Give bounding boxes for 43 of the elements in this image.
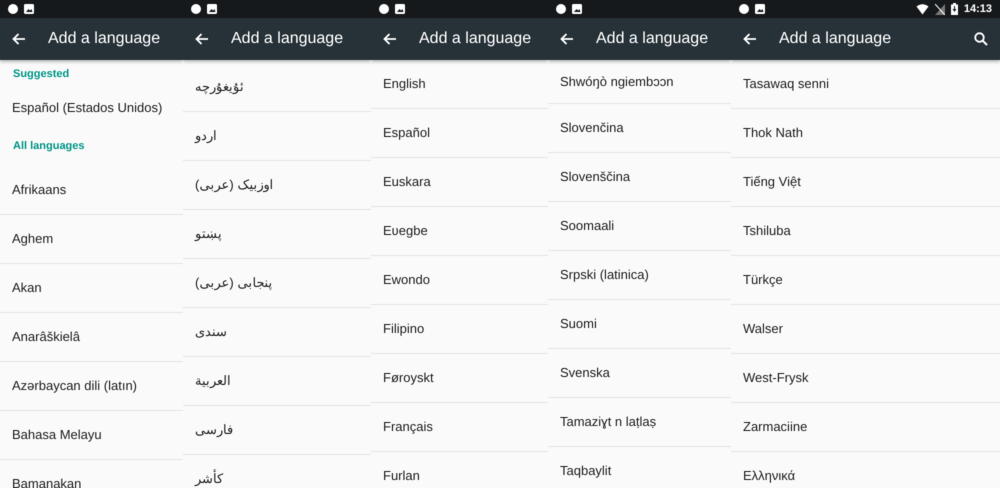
section-header: Suggested [12,66,70,82]
back-arrow-icon [195,33,209,45]
image-icon [207,4,217,14]
notification-dot-icon [556,4,566,14]
screen-title: Add a language [231,29,344,49]
language-item[interactable]: Tiếng Việt [731,158,1000,207]
notification-dot-icon [8,4,18,14]
language-item[interactable]: Walser [731,305,1000,354]
back-button[interactable] [383,33,397,45]
battery-icon [950,3,958,15]
language-item[interactable]: Thok Nath [731,109,1000,158]
clock-time: 14:13 [964,4,992,14]
screen-title: Add a language [48,29,160,49]
image-icon [572,4,582,14]
wifi-icon [916,4,929,14]
back-arrow-icon [12,33,26,45]
notification-dot-icon [191,4,201,14]
language-item[interactable]: Tasawaq senni [731,60,1000,109]
screen-title: Add a language [419,29,532,49]
language-item[interactable]: Zarmaciine [731,403,1000,452]
screen-title: Add a language [596,29,708,49]
search-icon [974,32,988,46]
back-arrow-icon [743,33,757,45]
image-icon [24,4,34,14]
screen-title: Add a language [779,29,892,49]
image-icon [755,4,765,14]
back-arrow-icon [383,33,397,45]
back-button[interactable] [560,33,574,45]
back-button[interactable] [743,33,757,45]
back-arrow-icon [560,33,574,45]
section-header: All languages [12,139,86,154]
search-button[interactable] [974,32,988,46]
language-item[interactable]: Tshiluba [731,207,1000,256]
language-item[interactable]: Español (Estados Unidos) [0,88,183,127]
back-button[interactable] [195,33,209,45]
notification-dot-icon [379,4,389,14]
notification-dot-icon [739,4,749,14]
language-item[interactable]: Türkçe [731,256,1000,305]
language-item[interactable]: West-Frysk [731,354,1000,403]
language-item[interactable]: Ελληνικά [731,452,1000,488]
back-button[interactable] [12,33,26,45]
image-icon [395,4,405,14]
signal-icon [934,4,945,14]
